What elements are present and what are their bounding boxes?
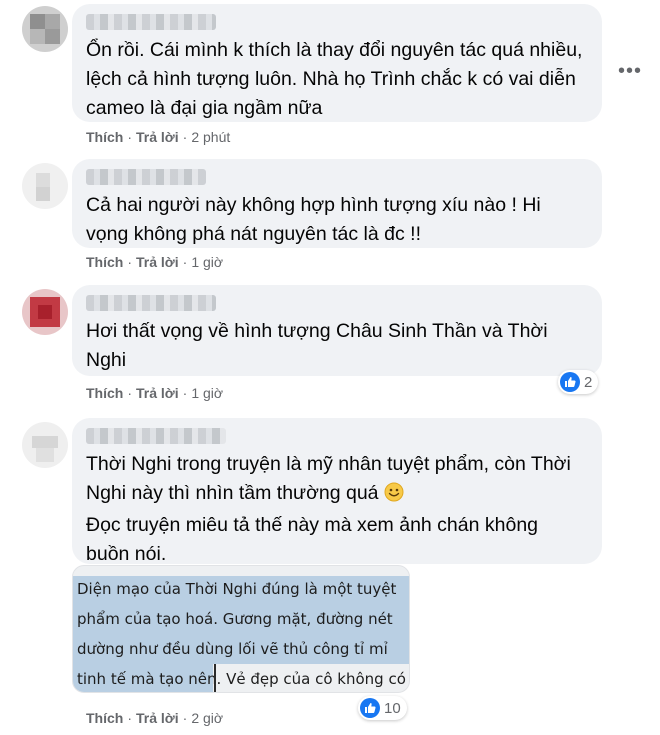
comment-actions: Thích · Trả lời · 2 phút [86, 129, 231, 145]
reply-button[interactable]: Trả lời [136, 710, 179, 726]
reaction-count-badge[interactable]: 2 [558, 370, 599, 394]
comment-text: Cả hai người này không hợp hình tượng xí… [86, 194, 541, 245]
comment-text: Hơi thất vọng về hình tượng Châu Sinh Th… [86, 320, 548, 371]
attachment-text-line: Diện mạo của Thời Nghi đúng là một tuyệt [77, 580, 397, 598]
comment-bubble: Thời Nghi trong truyện là mỹ nhân tuyệt … [72, 418, 602, 565]
reaction-count-badge[interactable]: 10 [358, 696, 407, 720]
avatar[interactable] [22, 422, 68, 468]
comment-actions: Thích · Trả lời · 1 giờ [86, 385, 224, 401]
reply-button[interactable]: Trả lời [136, 254, 179, 270]
avatar[interactable] [22, 163, 68, 209]
timestamp[interactable]: 2 giờ [191, 710, 223, 726]
timestamp[interactable]: 1 giờ [191, 385, 223, 401]
reaction-count: 2 [584, 373, 593, 391]
comment-text: Thời Nghi trong truyện là mỹ nhân tuyệt … [86, 453, 571, 565]
author-name-blurred[interactable] [86, 14, 216, 30]
comment-bubble: Hơi thất vọng về hình tượng Châu Sinh Th… [72, 285, 602, 376]
reaction-count: 10 [384, 699, 401, 717]
comment-text: Ổn rồi. Cái mình k thích là thay đổi ngu… [86, 39, 583, 119]
comment-actions: Thích · Trả lời · 1 giờ [86, 254, 224, 270]
text-cursor [214, 664, 216, 692]
attachment-text-line: tinh tế mà tạo nên. Vẻ đẹp của cô không … [77, 670, 406, 688]
comment-bubble: Cả hai người này không hợp hình tượng xí… [72, 159, 602, 248]
reply-button[interactable]: Trả lời [136, 385, 179, 401]
more-horizontal-icon[interactable]: ••• [618, 60, 642, 83]
comment-actions: Thích · Trả lời · 2 giờ [86, 710, 224, 726]
author-name-blurred[interactable] [86, 428, 226, 444]
like-button[interactable]: Thích [86, 385, 123, 401]
like-button[interactable]: Thích [86, 129, 123, 145]
like-thumb-icon [560, 372, 580, 392]
avatar[interactable] [22, 6, 68, 52]
like-button[interactable]: Thích [86, 710, 123, 726]
author-name-blurred[interactable] [86, 169, 206, 185]
smiling-face-emoji [384, 482, 404, 511]
attachment-text-line: dường như đều dùng lối vẽ thủ công tỉ mỉ [77, 640, 388, 658]
attached-image[interactable]: Diện mạo của Thời Nghi đúng là một tuyệt… [72, 565, 410, 693]
comment-bubble: Ổn rồi. Cái mình k thích là thay đổi ngu… [72, 4, 602, 122]
author-name-blurred[interactable] [86, 295, 216, 311]
avatar[interactable] [22, 289, 68, 335]
timestamp[interactable]: 2 phút [191, 129, 230, 145]
timestamp[interactable]: 1 giờ [191, 254, 223, 270]
like-button[interactable]: Thích [86, 254, 123, 270]
reply-button[interactable]: Trả lời [136, 129, 179, 145]
like-thumb-icon [360, 698, 380, 718]
attachment-text-line: phẩm của tạo hoá. Gương mặt, đường nét [77, 610, 393, 628]
